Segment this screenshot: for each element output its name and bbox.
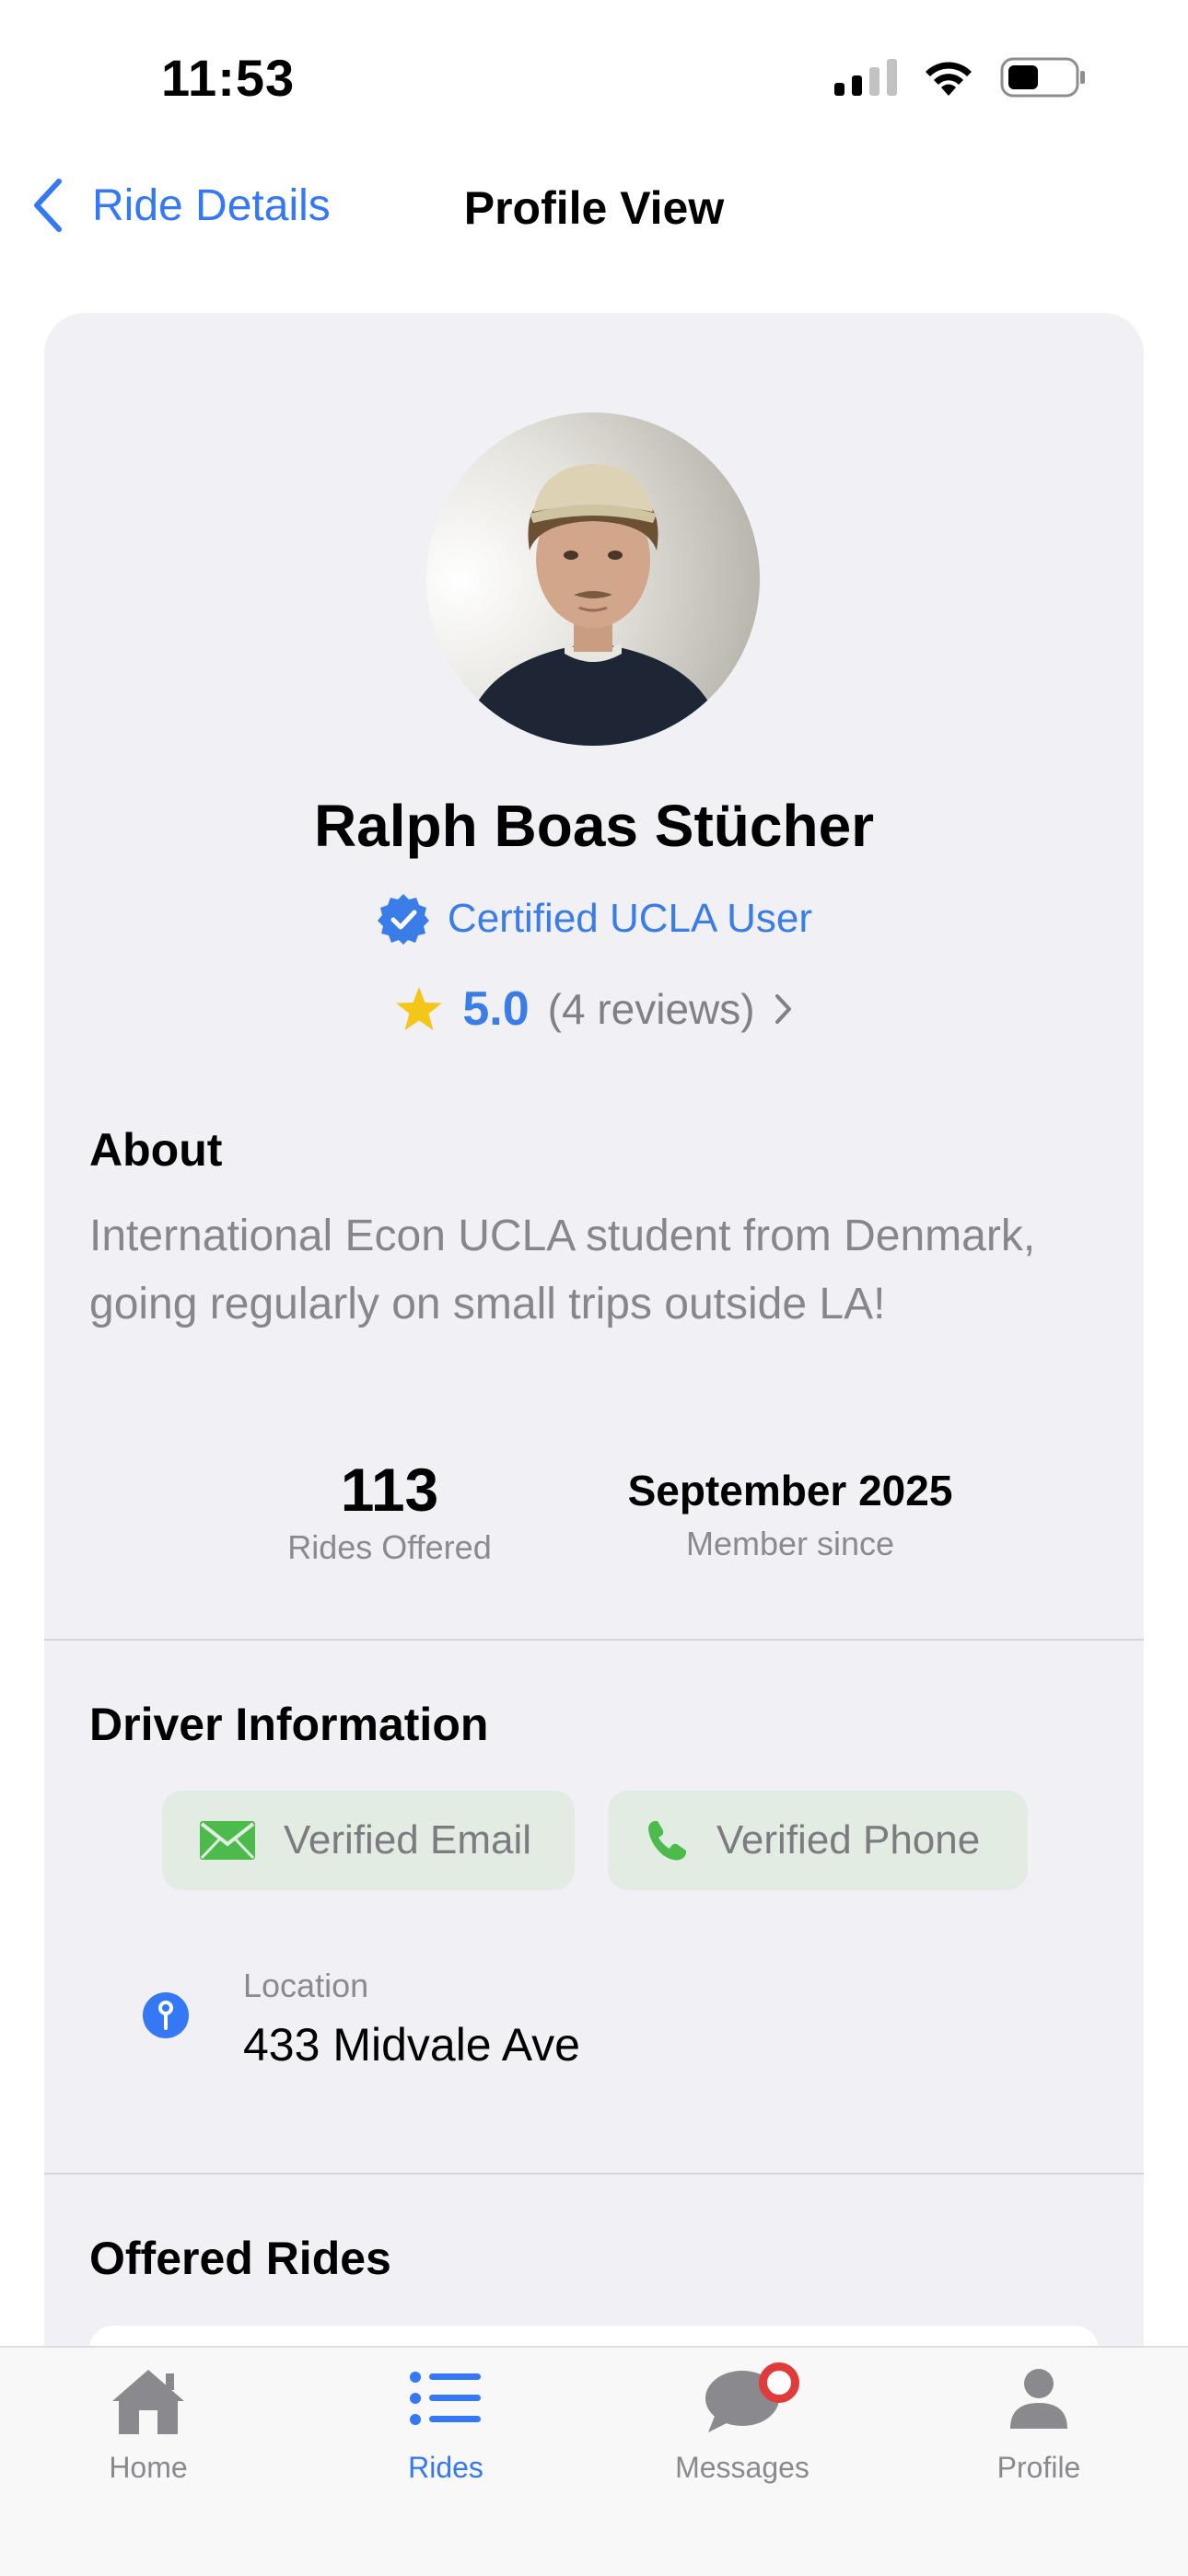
profile-name: Ralph Boas Stücher: [313, 793, 875, 859]
tab-messages[interactable]: Messages: [650, 2348, 834, 2486]
notification-badge: [759, 2362, 799, 2403]
rides-offered-value: 113: [340, 1456, 439, 1524]
location-value: 433 Midvale Ave: [243, 2019, 580, 2071]
member-since-value: September 2025: [627, 1467, 953, 1514]
divider: [44, 1639, 1144, 1641]
phone-icon: [648, 1821, 686, 1861]
divider: [44, 2173, 1144, 2175]
tab-rides-label: Rides: [408, 2451, 483, 2484]
avatar: [426, 412, 760, 746]
reviews-count: (4 reviews): [547, 985, 755, 1033]
status-bar: 11:53: [0, 0, 1188, 161]
star-icon: [396, 987, 443, 1030]
rides-offered-label: Rides Offered: [287, 1528, 492, 1566]
person-icon: [1010, 2369, 1067, 2429]
cellular-signal-icon: [834, 59, 897, 96]
location-pin-icon: [143, 1992, 189, 2038]
location-label: Location: [243, 1967, 369, 2004]
offered-rides-heading: Offered Rides: [89, 2233, 391, 2284]
verified-email-label: Verified Email: [284, 1817, 532, 1862]
verified-phone-label: Verified Phone: [716, 1817, 981, 1862]
tab-home-label: Home: [109, 2451, 188, 2484]
navigation-bar: Ride Details Profile View: [0, 161, 1188, 262]
about-heading: About: [89, 1124, 223, 1176]
status-icons: [834, 57, 1087, 98]
about-text: International Econ UCLA student from Den…: [89, 1212, 1036, 1329]
list-icon: [410, 2372, 481, 2425]
tab-messages-label: Messages: [675, 2451, 809, 2484]
wifi-icon: [926, 62, 972, 96]
tab-rides[interactable]: Rides: [354, 2348, 538, 2486]
tab-profile[interactable]: Profile: [947, 2348, 1131, 2486]
envelope-icon: [200, 1821, 255, 1860]
verified-email-chip: Verified Email: [162, 1791, 575, 1890]
member-since-label: Member since: [685, 1525, 895, 1562]
stat-member-since: September 2025 Member since: [560, 1466, 1020, 1563]
battery-icon: [1000, 57, 1085, 98]
tab-profile-label: Profile: [996, 2451, 1081, 2484]
rating-value: 5.0: [462, 982, 530, 1036]
tab-home[interactable]: Home: [56, 2348, 240, 2486]
page-title: Profile View: [463, 182, 725, 234]
tab-bar: Home Rides Messages Profile: [0, 2346, 1188, 2576]
reviews-link[interactable]: 5.0 (4 reviews): [44, 981, 1144, 1037]
status-time: 11:53: [161, 49, 296, 107]
house-icon: [112, 2370, 184, 2434]
verified-phone-chip: Verified Phone: [608, 1791, 1028, 1890]
stat-rides-offered: 113 Rides Offered: [251, 1455, 528, 1567]
driver-info-heading: Driver Information: [89, 1699, 489, 1750]
certified-label: Certified UCLA User: [447, 896, 813, 941]
certified-badge: Certified UCLA User: [44, 891, 1144, 946]
chevron-right-icon: [775, 994, 791, 1024]
profile-card: Ralph Boas Stücher Certified UCLA User 5…: [44, 313, 1144, 2574]
verified-check-icon: [377, 894, 429, 945]
